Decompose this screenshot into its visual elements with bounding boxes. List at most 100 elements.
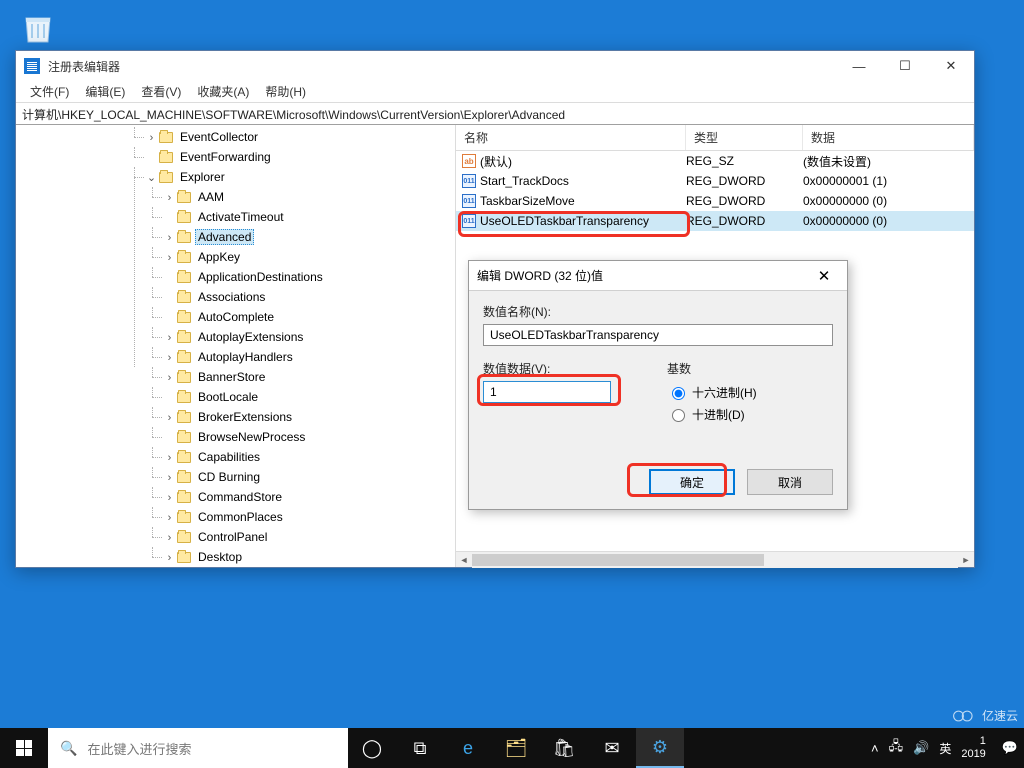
- scroll-thumb[interactable]: [472, 554, 764, 566]
- tree-node[interactable]: ⌄Explorer›AAMActivateTimeout›Advanced›Ap…: [146, 167, 455, 567]
- tree-node[interactable]: ›CD Burning: [164, 467, 455, 487]
- tray-volume-icon[interactable]: 🔊: [913, 740, 929, 756]
- expander-icon[interactable]: ›: [164, 554, 175, 565]
- tree-node[interactable]: ›ControlPanel: [164, 527, 455, 547]
- tree-node[interactable]: EventForwarding: [146, 147, 455, 167]
- value-row[interactable]: 011UseOLEDTaskbarTransparencyREG_DWORD0x…: [456, 211, 974, 231]
- value-row[interactable]: 011TaskbarSizeMoveREG_DWORD0x00000000 (0…: [456, 191, 974, 211]
- search-placeholder: 在此键入进行搜索: [87, 739, 191, 758]
- registry-tree[interactable]: ›EventCollectorEventForwarding⌄Explorer›…: [16, 125, 456, 567]
- value-data-input[interactable]: [483, 381, 611, 403]
- file-explorer-icon[interactable]: 🗂: [492, 728, 540, 768]
- expander-icon[interactable]: ›: [164, 414, 175, 425]
- menu-help[interactable]: 帮助(H): [257, 81, 314, 102]
- expander-icon[interactable]: ›: [164, 454, 175, 465]
- recycle-bin-icon[interactable]: [12, 6, 64, 49]
- expander-icon[interactable]: ›: [164, 194, 175, 205]
- tree-node[interactable]: AutoComplete: [164, 307, 455, 327]
- radio-hex[interactable]: [672, 387, 685, 400]
- col-name[interactable]: 名称: [456, 125, 686, 150]
- folder-icon: [177, 232, 191, 243]
- tree-node[interactable]: ›Advanced: [164, 227, 455, 247]
- titlebar[interactable]: 注册表编辑器 — ☐ ✕: [16, 51, 974, 81]
- store-icon[interactable]: 🛍: [540, 728, 588, 768]
- tree-node[interactable]: ›BrokerExtensions: [164, 407, 455, 427]
- expander-icon[interactable]: ›: [146, 134, 157, 145]
- menu-view[interactable]: 查看(V): [133, 81, 189, 102]
- expander-icon[interactable]: [146, 150, 157, 161]
- tree-node[interactable]: ›AutoplayExtensions: [164, 327, 455, 347]
- tree-node[interactable]: Associations: [164, 287, 455, 307]
- expander-icon[interactable]: [164, 430, 175, 441]
- cortana-icon[interactable]: ◯: [348, 728, 396, 768]
- close-button[interactable]: ✕: [928, 51, 974, 81]
- task-view-icon[interactable]: ⧉: [396, 728, 444, 768]
- action-center-icon[interactable]: 💬: [1002, 740, 1018, 756]
- expander-icon[interactable]: ›: [164, 374, 175, 385]
- menu-favorites[interactable]: 收藏夹(A): [189, 81, 257, 102]
- taskbar-search[interactable]: 🔍 在此键入进行搜索: [48, 728, 348, 768]
- menu-file[interactable]: 文件(F): [22, 81, 77, 102]
- value-row[interactable]: 011Start_TrackDocsREG_DWORD0x00000001 (1…: [456, 171, 974, 191]
- scroll-left-icon[interactable]: ◄: [456, 552, 472, 568]
- tree-node-label: AppKey: [195, 250, 243, 264]
- expander-icon[interactable]: ›: [164, 354, 175, 365]
- tree-node-label: Desktop: [195, 550, 245, 564]
- taskbar-regedit-icon[interactable]: ⚙: [636, 728, 684, 768]
- tree-node[interactable]: BrowseNewProcess: [164, 427, 455, 447]
- maximize-button[interactable]: ☐: [882, 51, 928, 81]
- tray-clock[interactable]: 1 2019: [961, 735, 991, 761]
- start-button[interactable]: [0, 728, 48, 768]
- tree-node-label: EventCollector: [177, 130, 261, 144]
- cancel-button[interactable]: 取消: [747, 469, 833, 495]
- tree-node[interactable]: ApplicationDestinations: [164, 267, 455, 287]
- expander-icon[interactable]: ⌄: [146, 174, 157, 185]
- tree-node[interactable]: ›BannerStore: [164, 367, 455, 387]
- radio-dec[interactable]: [672, 409, 685, 422]
- dialog-close-icon[interactable]: ✕: [809, 267, 839, 285]
- ok-button[interactable]: 确定: [649, 469, 735, 495]
- expander-icon[interactable]: ›: [164, 254, 175, 265]
- tray-ime[interactable]: 英: [939, 740, 951, 757]
- edit-dword-dialog: 编辑 DWORD (32 位)值 ✕ 数值名称(N): 数值数据(V): 基数 …: [468, 260, 848, 510]
- address-bar[interactable]: 计算机\HKEY_LOCAL_MACHINE\SOFTWARE\Microsof…: [16, 103, 974, 125]
- tree-node[interactable]: ActivateTimeout: [164, 207, 455, 227]
- expander-icon[interactable]: [164, 310, 175, 321]
- tree-node[interactable]: ›CommandStore: [164, 487, 455, 507]
- tree-node[interactable]: ›CommonPlaces: [164, 507, 455, 527]
- expander-icon[interactable]: [164, 390, 175, 401]
- tree-node-label: BrowseNewProcess: [195, 430, 308, 444]
- mail-icon[interactable]: ✉: [588, 728, 636, 768]
- menu-edit[interactable]: 编辑(E): [77, 81, 133, 102]
- expander-icon[interactable]: [164, 290, 175, 301]
- horizontal-scrollbar[interactable]: ◄ ►: [456, 551, 974, 567]
- expander-icon[interactable]: ›: [164, 234, 175, 245]
- col-data[interactable]: 数据: [803, 125, 974, 150]
- scroll-right-icon[interactable]: ►: [958, 552, 974, 568]
- expander-icon[interactable]: ›: [164, 474, 175, 485]
- expander-icon[interactable]: ›: [164, 514, 175, 525]
- expander-icon[interactable]: [164, 270, 175, 281]
- tree-node[interactable]: › Desktop: [164, 547, 455, 567]
- tray-network-icon[interactable]: 🖧: [889, 737, 904, 759]
- tree-node[interactable]: › EventCollector: [146, 127, 455, 147]
- folder-icon: [177, 252, 191, 263]
- expander-icon[interactable]: ›: [164, 534, 175, 545]
- regedit-app-icon: [24, 58, 40, 74]
- expander-icon[interactable]: ›: [164, 334, 175, 345]
- expander-icon[interactable]: [164, 210, 175, 221]
- tree-node[interactable]: ›AAM: [164, 187, 455, 207]
- edge-icon[interactable]: e: [444, 728, 492, 768]
- value-name: (默认): [480, 153, 512, 170]
- tree-node[interactable]: › AppKey: [164, 247, 455, 267]
- value-name-input[interactable]: [483, 324, 833, 346]
- tree-node[interactable]: BootLocale: [164, 387, 455, 407]
- minimize-button[interactable]: —: [836, 51, 882, 81]
- tray-chevron-up-icon[interactable]: ˄: [871, 741, 879, 756]
- value-row[interactable]: ab(默认)REG_SZ(数值未设置): [456, 151, 974, 171]
- col-type[interactable]: 类型: [686, 125, 803, 150]
- values-header[interactable]: 名称 类型 数据: [456, 125, 974, 151]
- expander-icon[interactable]: ›: [164, 494, 175, 505]
- tree-node[interactable]: ›Capabilities: [164, 447, 455, 467]
- tree-node[interactable]: ›AutoplayHandlers: [164, 347, 455, 367]
